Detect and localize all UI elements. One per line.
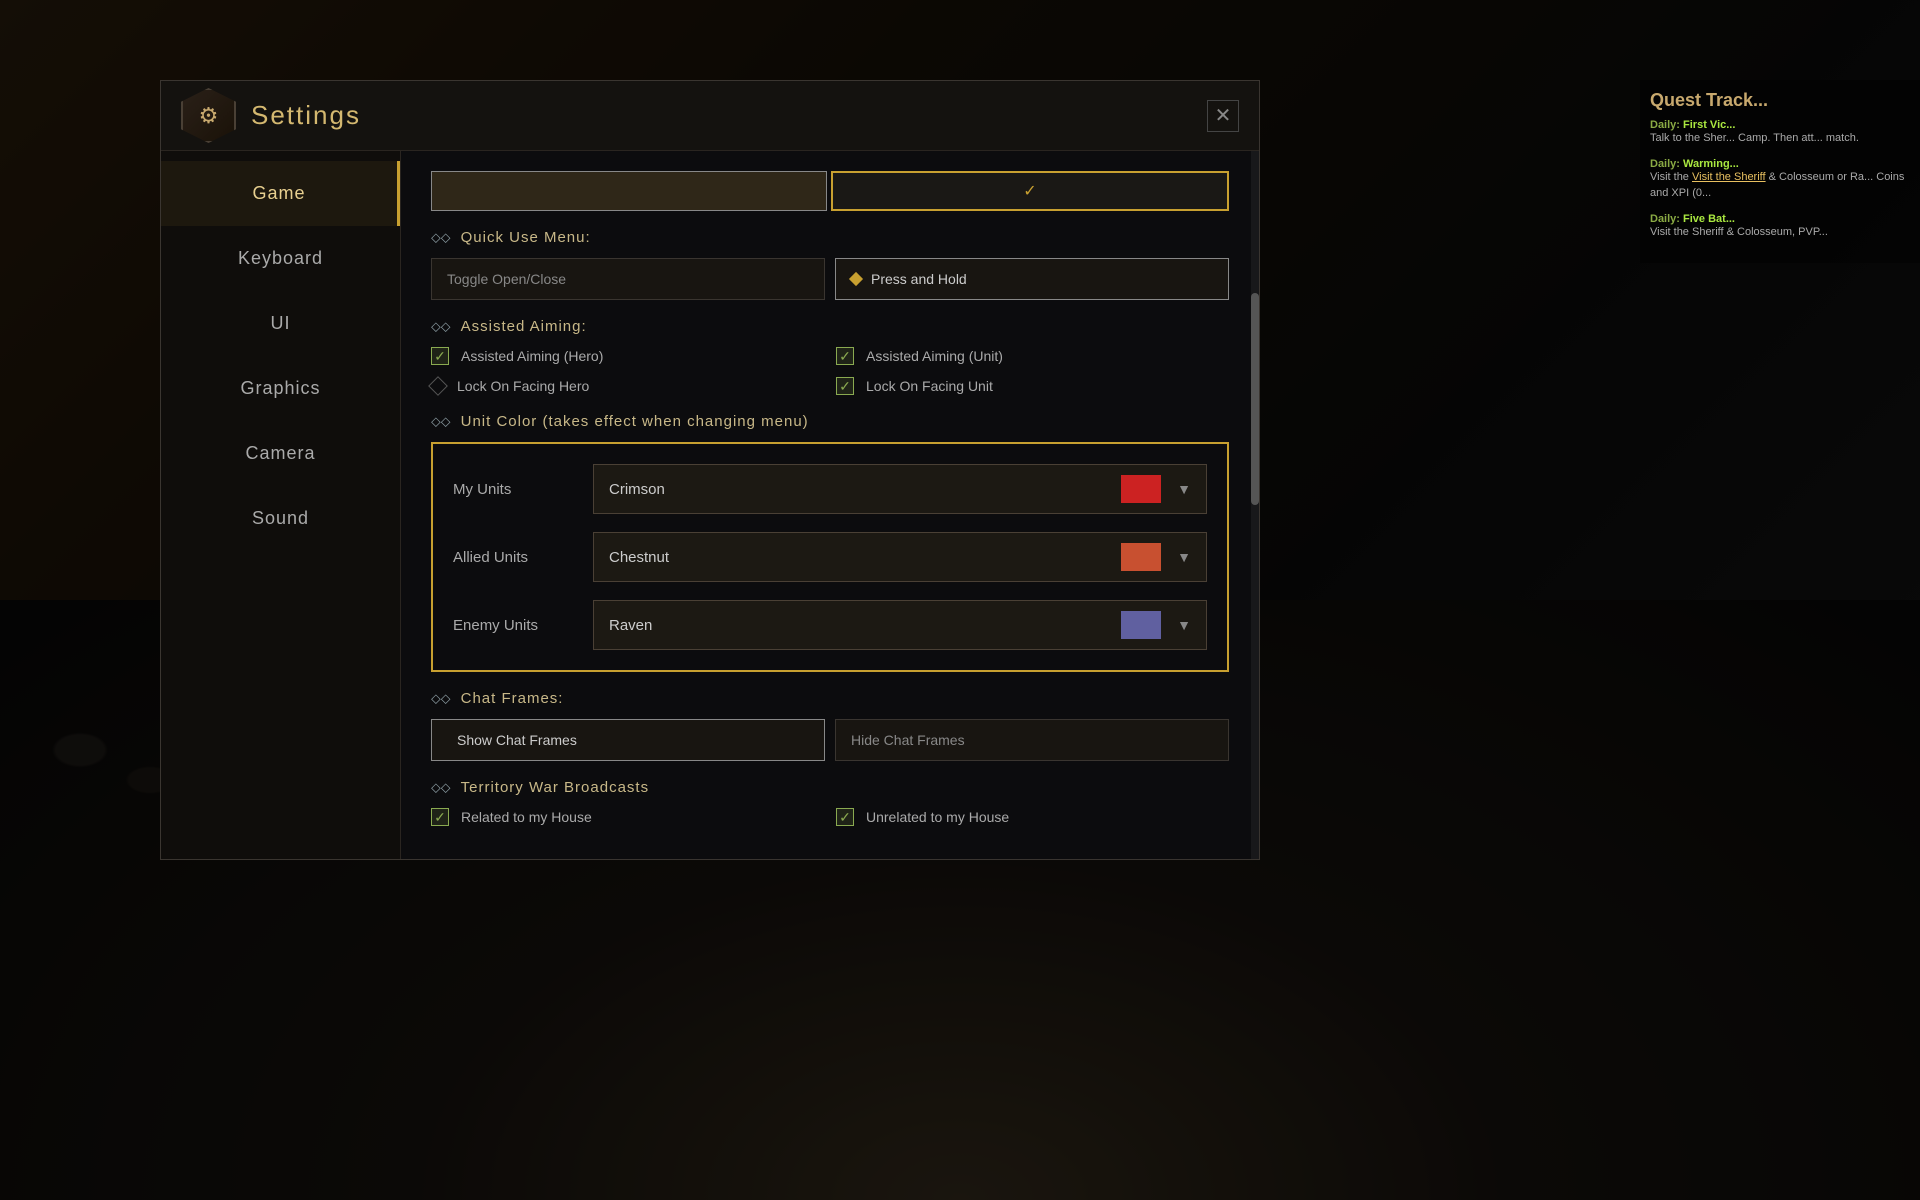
lock-facing-hero-row: Lock On Facing Hero <box>431 377 824 395</box>
aiming-hero-checkbox[interactable]: ✓ <box>431 347 449 365</box>
lock-facing-hero-label: Lock On Facing Hero <box>457 378 589 394</box>
section-arrow-icon: ⬦⬦ <box>431 229 451 246</box>
gear-icon: ⚙ <box>199 103 219 129</box>
scroll-thumb[interactable] <box>1251 293 1259 505</box>
scrollbar[interactable] <box>1251 151 1259 859</box>
sidebar-item-keyboard[interactable]: Keyboard <box>161 226 400 291</box>
related-house-checkbox[interactable]: ✓ <box>431 808 449 826</box>
quest-label-1: Daily: First Vic... <box>1650 119 1910 131</box>
settings-content: ✓ ⬦⬦ Quick Use Menu: Toggle Open/Close P… <box>401 151 1259 859</box>
territory-war-header: ⬦⬦ Territory War Broadcasts <box>431 779 1229 796</box>
lock-facing-unit-label: Lock On Facing Unit <box>866 378 993 394</box>
close-button[interactable]: ✕ <box>1207 100 1239 132</box>
unit-color-label: Unit Color (takes effect when changing m… <box>461 413 809 430</box>
my-units-row: My Units Crimson ▼ <box>453 464 1207 514</box>
my-units-color-name: Crimson <box>609 481 665 498</box>
quest-desc-2: Visit the Visit the Sheriff & Colosseum … <box>1650 170 1910 201</box>
aiming-hero-row: ✓ Assisted Aiming (Hero) <box>431 347 824 365</box>
enemy-units-color-name: Raven <box>609 617 652 634</box>
top-tab-1[interactable] <box>431 171 827 211</box>
lock-facing-unit-row: ✓ Lock On Facing Unit <box>836 377 1229 395</box>
related-house-row: ✓ Related to my House <box>431 808 824 826</box>
enemy-units-color-swatch <box>1121 611 1161 639</box>
sidebar-item-camera[interactable]: Camera <box>161 421 400 486</box>
my-units-chevron-down-icon: ▼ <box>1177 481 1191 497</box>
my-units-label: My Units <box>453 481 593 498</box>
section-arrow-territory-icon: ⬦⬦ <box>431 779 451 796</box>
chat-frames-header: ⬦⬦ Chat Frames: <box>431 690 1229 707</box>
quest-label-3: Daily: Five Bat... <box>1650 213 1910 225</box>
assisted-aiming-header: ⬦⬦ Assisted Aiming: <box>431 318 1229 335</box>
quest-item-1: Daily: First Vic... Talk to the Sher... … <box>1650 119 1910 146</box>
quick-use-button-row: Toggle Open/Close Press and Hold <box>431 258 1229 300</box>
quest-tracker-title: Quest Track... <box>1650 90 1910 111</box>
unrelated-house-label: Unrelated to my House <box>866 809 1009 825</box>
aiming-hero-label: Assisted Aiming (Hero) <box>461 348 603 364</box>
unrelated-house-row: ✓ Unrelated to my House <box>836 808 1229 826</box>
quick-use-menu-label: Quick Use Menu: <box>461 229 591 246</box>
enemy-units-chevron-down-icon: ▼ <box>1177 617 1191 633</box>
enemy-units-label: Enemy Units <box>453 617 593 634</box>
toggle-open-close-button[interactable]: Toggle Open/Close <box>431 258 825 300</box>
settings-body: Game Keyboard UI Graphics Camera Sound ✓… <box>161 151 1259 859</box>
allied-units-color-swatch <box>1121 543 1161 571</box>
related-house-label: Related to my House <box>461 809 592 825</box>
aiming-unit-checkbox[interactable]: ✓ <box>836 347 854 365</box>
hide-chat-frames-button[interactable]: Hide Chat Frames <box>835 719 1229 761</box>
unit-color-header: ⬦⬦ Unit Color (takes effect when changin… <box>431 413 1229 430</box>
sidebar-item-sound[interactable]: Sound <box>161 486 400 551</box>
settings-logo: ⚙ <box>181 88 236 143</box>
settings-dialog: ⚙ Settings ✕ Game Keyboard UI Graphics C… <box>160 80 1260 860</box>
allied-units-color-name: Chestnut <box>609 549 669 566</box>
chat-frame-button-row: Show Chat Frames Hide Chat Frames <box>431 719 1229 761</box>
allied-units-chevron-down-icon: ▼ <box>1177 549 1191 565</box>
press-and-hold-button[interactable]: Press and Hold <box>835 258 1229 300</box>
quest-item-2: Daily: Warming... Visit the Visit the Sh… <box>1650 158 1910 201</box>
sidebar-item-game[interactable]: Game <box>161 161 400 226</box>
enemy-units-dropdown[interactable]: Raven ▼ <box>593 600 1207 650</box>
unit-color-section: My Units Crimson ▼ Allied Units Chestnut <box>431 442 1229 672</box>
my-units-dropdown[interactable]: Crimson ▼ <box>593 464 1207 514</box>
show-chat-frames-button[interactable]: Show Chat Frames <box>431 719 825 761</box>
section-arrow-color-icon: ⬦⬦ <box>431 413 451 430</box>
allied-units-label: Allied Units <box>453 549 593 566</box>
section-arrow-aiming-icon: ⬦⬦ <box>431 318 451 335</box>
top-tab-2[interactable]: ✓ <box>831 171 1229 211</box>
diamond-icon <box>849 272 863 286</box>
settings-sidebar: Game Keyboard UI Graphics Camera Sound <box>161 151 401 859</box>
assisted-aiming-label: Assisted Aiming: <box>461 318 587 335</box>
aiming-unit-label: Assisted Aiming (Unit) <box>866 348 1003 364</box>
settings-title-text: Settings <box>251 100 361 131</box>
quest-desc-3: Visit the Sheriff & Colosseum, PVP... <box>1650 225 1910 240</box>
quick-use-menu-header: ⬦⬦ Quick Use Menu: <box>431 229 1229 246</box>
aiming-options-grid: ✓ Assisted Aiming (Hero) ✓ Assisted Aimi… <box>431 347 1229 395</box>
quest-item-3: Daily: Five Bat... Visit the Sheriff & C… <box>1650 213 1910 240</box>
lock-facing-hero-checkbox[interactable] <box>428 376 448 396</box>
territory-war-label: Territory War Broadcasts <box>461 779 649 796</box>
enemy-units-row: Enemy Units Raven ▼ <box>453 600 1207 650</box>
quest-desc-1: Talk to the Sher... Camp. Then att... ma… <box>1650 131 1910 146</box>
aiming-unit-row: ✓ Assisted Aiming (Unit) <box>836 347 1229 365</box>
unrelated-house-checkbox[interactable]: ✓ <box>836 808 854 826</box>
section-arrow-chat-icon: ⬦⬦ <box>431 690 451 707</box>
sidebar-item-graphics[interactable]: Graphics <box>161 356 400 421</box>
sidebar-item-ui[interactable]: UI <box>161 291 400 356</box>
my-units-color-swatch <box>1121 475 1161 503</box>
allied-units-row: Allied Units Chestnut ▼ <box>453 532 1207 582</box>
quest-label-2: Daily: Warming... <box>1650 158 1910 170</box>
top-tabs: ✓ <box>431 171 1229 211</box>
settings-header: ⚙ Settings ✕ <box>161 81 1259 151</box>
quest-link-sheriff[interactable]: Visit the Sheriff <box>1692 171 1766 183</box>
lock-facing-unit-checkbox[interactable]: ✓ <box>836 377 854 395</box>
quest-tracker: Quest Track... Daily: First Vic... Talk … <box>1640 80 1920 263</box>
territory-war-grid: ✓ Related to my House ✓ Unrelated to my … <box>431 808 1229 826</box>
chat-frames-label: Chat Frames: <box>461 690 564 707</box>
allied-units-dropdown[interactable]: Chestnut ▼ <box>593 532 1207 582</box>
